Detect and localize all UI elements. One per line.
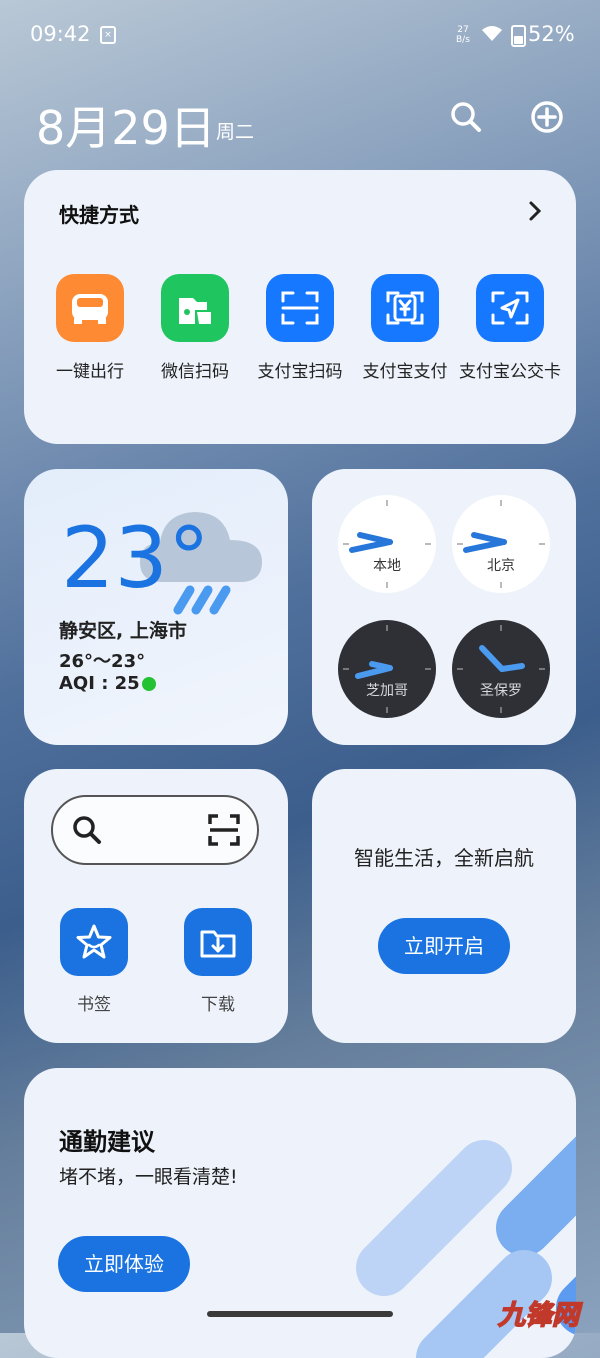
shortcuts-title: 快捷方式: [59, 203, 139, 227]
smart-life-card: [312, 769, 576, 1043]
commute-subtitle: 堵不堵，一眼看清楚!: [59, 1166, 238, 1188]
commute-title: 通勤建议: [59, 1128, 155, 1156]
status-bar: 09:42 × 27 B/s 52%: [0, 0, 600, 70]
temperature-text: 23°: [61, 509, 210, 607]
home-indicator[interactable]: [207, 1311, 393, 1317]
clock-chicago: 芝加哥: [338, 620, 436, 718]
network-speed: 27 B/s: [456, 25, 470, 45]
shortcut-label: 微信扫码: [161, 362, 229, 382]
yuan-pay-icon: [371, 274, 439, 342]
clock-label: 芝加哥: [366, 683, 408, 699]
download-label: 下载: [201, 995, 235, 1015]
clock-label: 北京: [487, 558, 515, 574]
clock-local: 本地: [338, 495, 436, 593]
clock-label: 圣保罗: [480, 683, 522, 699]
enable-now-button[interactable]: 立即开启: [378, 918, 510, 974]
battery-percent: 52%: [528, 22, 575, 46]
clock-sao-paulo: 圣保罗: [452, 620, 550, 718]
date-text: 8月29日: [36, 101, 216, 155]
shortcut-label: 支付宝扫码: [257, 362, 343, 382]
scan-icon: [266, 274, 334, 342]
smart-life-text: 智能生活，全新启航: [354, 846, 534, 870]
bookmark-button[interactable]: [60, 908, 128, 976]
shortcut-alipay-pay[interactable]: 支付宝支付: [350, 274, 460, 383]
weather-range: 26°～23°: [59, 651, 146, 672]
network-speed-unit: B/s: [456, 35, 470, 45]
shortcut-alipay-bus-card[interactable]: 支付宝公交卡: [455, 274, 565, 383]
aqi-status-dot: [142, 677, 156, 691]
star-icon: [76, 924, 112, 959]
clock-label: 本地: [373, 558, 401, 574]
weather-location: 静安区, 上海市: [59, 620, 187, 642]
network-speed-value: 27: [457, 25, 469, 35]
download-button[interactable]: [184, 908, 252, 976]
bookmark-label: 书签: [77, 995, 111, 1015]
chevron-right-icon[interactable]: [525, 199, 545, 223]
weekday-text: 周二: [216, 121, 255, 143]
shortcut-alipay-scan[interactable]: 支付宝扫码: [245, 274, 355, 383]
wifi-icon: [482, 26, 502, 41]
scan-icon[interactable]: [206, 812, 242, 848]
search-icon[interactable]: [446, 97, 486, 137]
clock-beijing: 北京: [452, 495, 550, 593]
shortcut-one-key-travel[interactable]: 一键出行: [35, 274, 145, 383]
no-sim-icon: ×: [100, 26, 116, 44]
try-now-button[interactable]: 立即体验: [58, 1236, 190, 1292]
shortcut-label: 支付宝支付: [362, 362, 448, 382]
car-icon: [56, 274, 124, 342]
clock-face-icon: [457, 500, 545, 588]
bus-card-icon: [476, 274, 544, 342]
search-icon: [73, 816, 101, 844]
download-folder-icon: [200, 930, 236, 958]
shortcut-label: 支付宝公交卡: [459, 362, 561, 382]
clock-face-icon: [457, 625, 545, 713]
clock-face-icon: [343, 500, 431, 588]
watermark: 九锋网: [497, 1299, 580, 1332]
wechat-scan-icon: [161, 274, 229, 342]
battery-icon: [511, 25, 526, 47]
shortcut-wechat-scan[interactable]: 微信扫码: [140, 274, 250, 383]
shortcut-label: 一键出行: [56, 362, 124, 382]
clock-face-icon: [343, 625, 431, 713]
add-circle-icon[interactable]: [527, 97, 567, 137]
aqi-text: AQI : 25: [59, 673, 140, 694]
status-time: 09:42: [30, 22, 91, 46]
